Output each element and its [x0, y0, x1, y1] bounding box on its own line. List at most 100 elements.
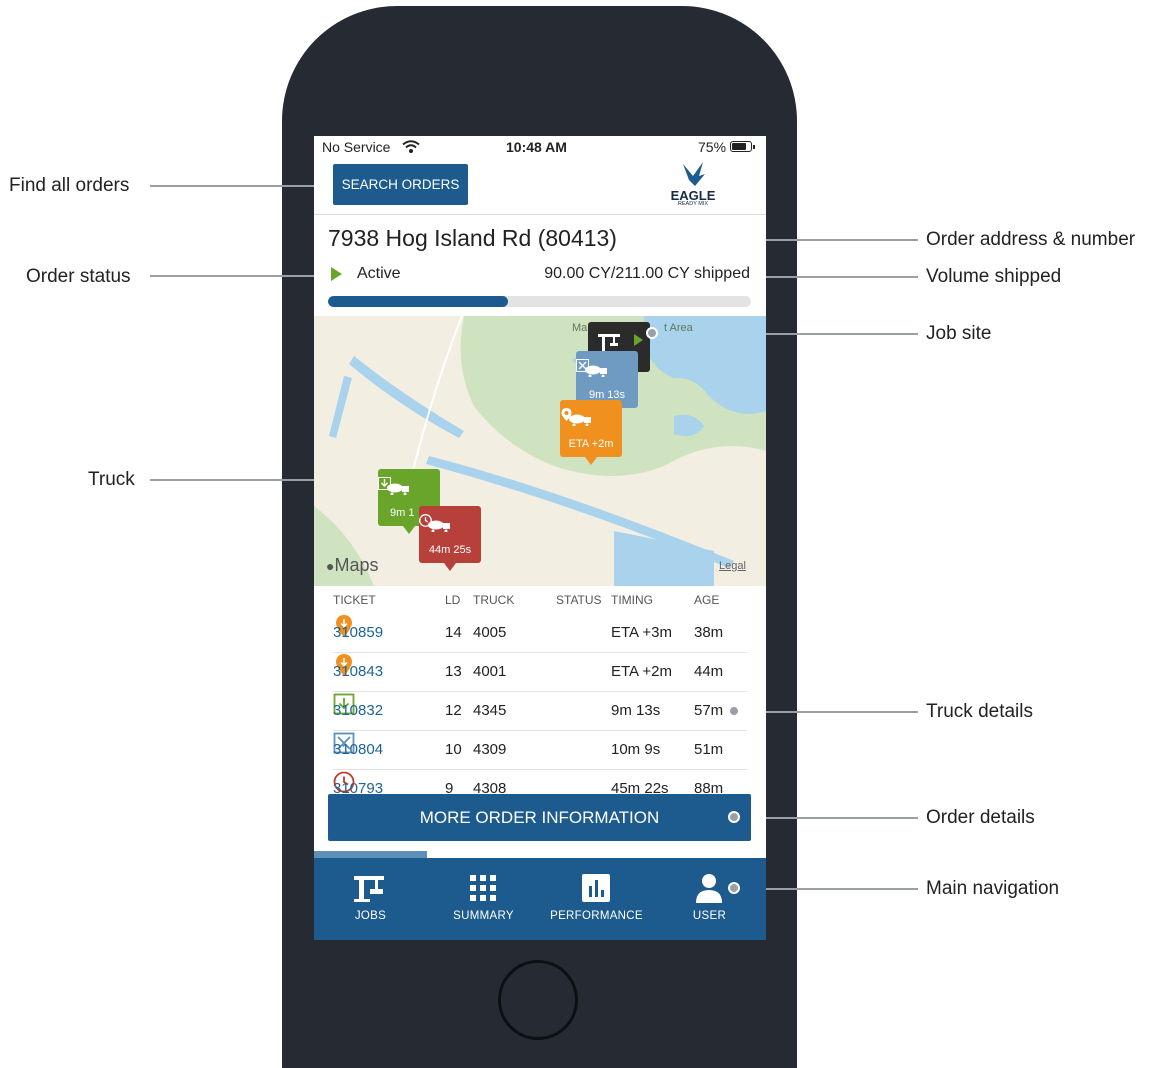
order-status: Active — [357, 265, 401, 282]
timing: ETA +2m — [611, 663, 672, 680]
nav-active-indicator — [314, 851, 427, 858]
callout-find-all-orders: Find all orders — [9, 175, 130, 196]
eagle-bird-icon — [683, 162, 705, 186]
callout-line — [760, 276, 918, 278]
callout-line — [150, 185, 334, 187]
map-legal-link[interactable]: Legal — [719, 560, 746, 572]
user-icon — [696, 874, 722, 903]
load-number: 12 — [445, 702, 462, 719]
timing: 10m 9s — [611, 741, 661, 758]
age: 57m — [694, 702, 724, 719]
clock-time: 10:48 AM — [506, 139, 567, 155]
callout-line — [740, 711, 918, 713]
apple-maps-logo: ●Maps — [326, 555, 378, 576]
load-number: 13 — [445, 663, 462, 680]
col-timing: TIMING — [611, 593, 653, 607]
callout-line — [150, 275, 322, 277]
col-status: STATUS — [556, 593, 602, 607]
header-divider — [314, 214, 766, 215]
callout-order-details: Order details — [926, 807, 1035, 828]
ticket-link[interactable]: 310843 — [333, 663, 383, 680]
battery-icon — [730, 141, 755, 152]
app-screen: No Service 10:48 AM 75% SEARCH ORDERS EA… — [314, 136, 766, 940]
table-header: TICKET LD TRUCK STATUS TIMING AGE — [333, 593, 753, 613]
order-address: 7938 Hog Island Rd (80413) — [328, 225, 617, 251]
timing: ETA +3m — [611, 624, 672, 641]
col-age: AGE — [694, 593, 720, 607]
col-ticket: TICKET — [333, 593, 376, 607]
battery-percent: 75% — [698, 139, 727, 155]
play-icon — [634, 334, 643, 346]
clock-icon — [419, 514, 432, 527]
callout-order-address: Order address & number — [926, 229, 1136, 250]
active-status-icon — [331, 267, 342, 281]
col-ld: LD — [445, 593, 461, 607]
load-number: 14 — [445, 624, 462, 641]
truck-number: 4001 — [473, 663, 507, 680]
age: 44m — [694, 663, 724, 680]
nav-performance[interactable]: PERFORMANCE — [540, 858, 653, 940]
truck-number: 4005 — [473, 624, 507, 641]
bar-chart-icon — [582, 874, 610, 902]
callout-dot — [646, 327, 658, 339]
nav-jobs[interactable]: JOBS — [314, 858, 427, 940]
callout-dot — [728, 705, 740, 717]
location-pin-icon — [561, 408, 572, 421]
map-label: Ma — [572, 322, 588, 334]
home-button[interactable] — [498, 960, 578, 1040]
nav-summary[interactable]: SUMMARY — [427, 858, 540, 940]
callout-dot — [728, 882, 740, 894]
nav-label: USER — [692, 910, 727, 922]
table-row[interactable]: 310843 13 4001 ETA +2m 44m — [333, 653, 747, 692]
pin-label: ETA +2m — [568, 438, 614, 450]
logo-subtitle: READY MIX — [677, 201, 709, 207]
eagle-logo: EAGLE READY MIX — [668, 162, 718, 210]
nav-label: JOBS — [354, 910, 387, 922]
nav-label: PERFORMANCE — [550, 910, 643, 922]
col-truck: TRUCK — [473, 593, 515, 607]
nav-user[interactable]: USER — [653, 858, 766, 940]
main-navigation: JOBS SUMMARY PERFORMANCE USER — [314, 858, 766, 940]
callout-main-navigation: Main navigation — [926, 878, 1060, 899]
table-row[interactable]: 310859 14 4005 ETA +3m 38m — [333, 614, 747, 653]
callout-truck: Truck — [88, 469, 135, 490]
callout-line — [740, 888, 918, 890]
nav-label: SUMMARY — [453, 910, 514, 922]
truck-pin-waiting[interactable]: 44m 25s — [419, 506, 481, 571]
washout-icon — [576, 359, 589, 372]
age: 51m — [694, 741, 724, 758]
truck-number: 4309 — [473, 741, 507, 758]
ios-status-bar: No Service 10:48 AM 75% — [314, 136, 766, 160]
table-row[interactable]: 310804 10 4309 10m 9s 51m — [333, 731, 747, 770]
callout-line — [740, 817, 918, 819]
volume-shipped: 90.00 CY/211.00 CY shipped — [544, 265, 750, 282]
map-label: t Area — [664, 322, 693, 334]
crane-icon — [598, 334, 620, 352]
pin-label: 44m 25s — [428, 544, 472, 556]
order-map[interactable]: Ma t Area 9m 13s ETA +2m 9m 1 44m 25s ●M… — [314, 316, 766, 586]
ticket-link[interactable]: 310804 — [333, 741, 383, 758]
map-canvas — [314, 316, 766, 586]
table-row[interactable]: 310832 12 4345 9m 13s 57m — [333, 692, 747, 731]
callout-volume-shipped: Volume shipped — [926, 266, 1062, 287]
pin-tail — [585, 457, 597, 465]
grid-icon — [470, 875, 496, 901]
more-order-information-button[interactable]: MORE ORDER INFORMATION — [328, 794, 751, 841]
carrier-label: No Service — [322, 139, 391, 155]
truck-number: 4345 — [473, 702, 507, 719]
search-orders-button[interactable]: SEARCH ORDERS — [333, 164, 468, 205]
callout-truck-details: Truck details — [926, 701, 1033, 722]
ticket-link[interactable]: 310832 — [333, 702, 383, 719]
truck-pin-en-route[interactable]: ETA +2m — [560, 400, 622, 465]
shipped-progress-bar — [328, 296, 751, 307]
ticket-link[interactable]: 310859 — [333, 624, 383, 641]
pin-tail — [444, 563, 456, 571]
crane-icon — [354, 876, 384, 902]
timing: 9m 13s — [611, 702, 661, 719]
unload-icon — [378, 477, 391, 490]
maps-logo-text: Maps — [334, 555, 379, 575]
callout-order-status: Order status — [26, 266, 131, 287]
pin-tail — [403, 526, 415, 534]
load-number: 10 — [445, 741, 462, 758]
callout-job-site: Job site — [926, 323, 992, 344]
